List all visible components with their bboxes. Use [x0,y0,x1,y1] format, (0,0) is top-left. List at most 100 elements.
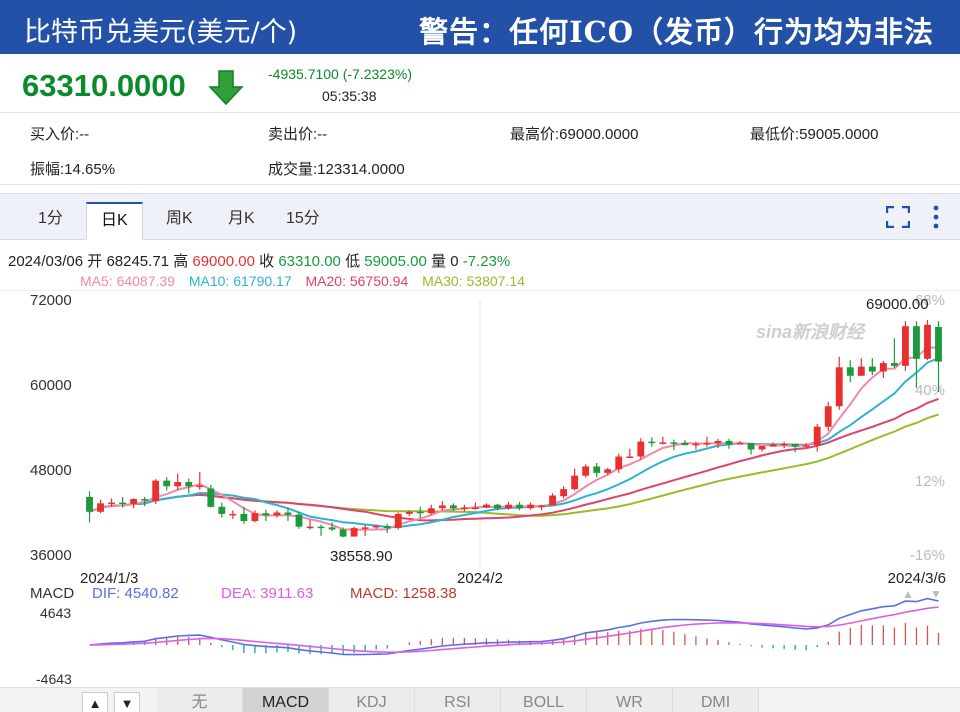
scroll-down-button[interactable]: ▼ [114,692,140,712]
y-tick-label: 48000 [30,462,72,479]
indicator-tab-macd[interactable]: MACD [243,688,329,712]
ma30-line [89,413,939,517]
candle-body [714,440,722,444]
candle-body [394,513,402,529]
candle-body [405,511,413,514]
candle-body [460,507,468,510]
macd-tick-bottom: -4643 [36,671,72,687]
candle-body [835,367,843,407]
candle-body [383,525,391,529]
candle-body [913,326,920,359]
candle-body [692,443,700,446]
candle-body [560,489,568,497]
candle-body [780,443,788,446]
candle-body [879,363,887,372]
x-label-mid: 2024/2 [457,570,503,587]
candle-body [262,513,270,516]
candle-body [427,508,435,514]
candle-body [857,366,865,376]
candle-body [152,480,160,502]
candle-body [108,502,115,505]
macd-legend-macd: MACD: 1258.38 [350,585,457,602]
candle-body [284,512,292,515]
main-chart-top-border [0,290,960,291]
candle-body [317,526,325,529]
y-tick-label: 72000 [30,292,72,309]
indicator-tab-wr[interactable]: WR [587,688,673,712]
candle-body [626,456,634,459]
candle-body [295,514,303,527]
indicator-tab-boll[interactable]: BOLL [501,688,587,712]
indicator-tab-kdj[interactable]: KDJ [329,688,415,712]
candle-body [802,445,810,447]
candle-body [119,502,127,505]
candle-body [593,466,601,473]
y-tick-label: 36000 [30,547,72,564]
candle-body [670,442,678,444]
candle-body [196,485,204,488]
candle-body [174,482,182,487]
pct-tick-label: -16% [910,547,945,564]
ma20-line [89,397,939,522]
candle-body [494,504,501,509]
candle-body [648,441,656,444]
candle-body [185,482,193,487]
sina-watermark: sina新浪财经 [756,322,867,342]
macd-scroll-down-icon: ▼ [930,587,942,601]
candle-body [901,326,909,366]
candle-body [229,513,237,516]
max-price-label: 69000.00 [866,296,929,313]
pct-tick-label: 40% [915,382,945,399]
candle-body [725,440,733,445]
dea-line [89,606,939,653]
macd-legend-dea: DEA: 3911.63 [221,585,313,602]
scroll-up-button[interactable]: ▲ [82,692,108,712]
candle-body [273,512,281,516]
candle-body [703,443,711,445]
candle-body [791,443,799,447]
candle-body [218,506,226,514]
candle-body [86,496,93,512]
indicator-bar: ▲ ▼ 无 MACD KDJ RSI BOLL WR DMI [0,687,960,712]
candle-body [637,441,645,457]
kline-chart[interactable]: 7200060000480003600068%40%12%-16%sina新浪财… [0,0,960,690]
indicator-tab-none[interactable]: 无 [157,688,243,712]
candle-body [747,443,755,450]
candle-body [516,504,523,509]
candle-body [372,525,380,528]
candle-body [130,499,138,504]
candle-body [681,443,689,446]
candle-body [449,505,457,509]
macd-legend-name: MACD [30,585,74,602]
candle-body [240,513,248,521]
candle-body [527,504,534,509]
candle-body [868,366,876,372]
macd-legend-dif: DIF: 4540.82 [92,585,179,602]
candle-body [924,324,931,359]
candle-body [571,475,579,490]
indicator-tab-dmi[interactable]: DMI [673,688,759,712]
candle-body [604,469,612,473]
candle-body [758,445,766,450]
candle-body [306,526,314,529]
candle-body [659,442,667,444]
candle-body [582,466,590,476]
candle-body [471,507,479,510]
candle-body [846,367,854,376]
candle-body [505,504,512,509]
macd-tick-top: 4643 [40,605,71,621]
candle-body [328,527,336,530]
candle-body [549,495,557,506]
indicator-tab-rsi[interactable]: RSI [415,688,501,712]
candle-body [824,406,832,427]
candle-body [615,456,623,470]
candle-body [483,504,490,508]
candle-body [813,426,821,446]
pct-tick-label: 12% [915,473,945,490]
candle-body [141,499,149,501]
candle-body [251,513,259,521]
macd-scroll-up-icon: ▲ [902,587,914,601]
y-tick-label: 60000 [30,377,72,394]
candle-body [163,480,171,487]
candle-body [935,326,942,362]
